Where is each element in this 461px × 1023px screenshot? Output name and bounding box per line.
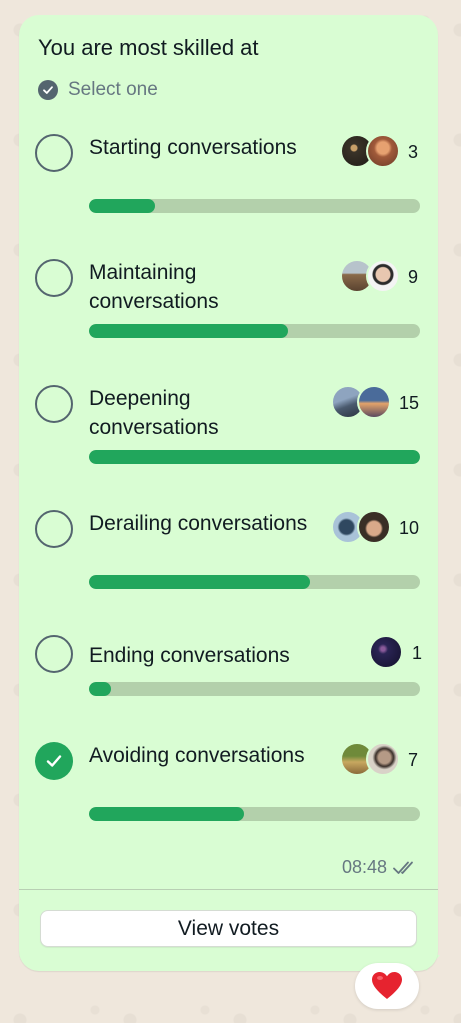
vote-count: 3 (408, 142, 419, 162)
vote-count: 7 (408, 750, 419, 770)
vote-progress-bar (89, 575, 420, 589)
vote-count: 9 (408, 267, 419, 287)
poll-option-ending[interactable]: Ending conversations 1 (19, 635, 438, 745)
radio-button[interactable] (35, 635, 73, 673)
vote-progress-fill (89, 575, 310, 589)
vote-progress-bar (89, 807, 420, 821)
avatar (366, 259, 400, 293)
option-label: Avoiding conversations (89, 744, 305, 767)
poll-option-starting[interactable]: Starting conversations 3 (19, 133, 438, 243)
checkmark-icon (46, 755, 62, 767)
select-hint-label: Select one (68, 79, 158, 100)
radio-button[interactable] (35, 385, 73, 423)
vote-progress-fill (89, 682, 112, 696)
vote-count: 10 (399, 518, 420, 538)
voter-avatars[interactable] (331, 385, 391, 419)
poll-message-bubble: You are most skilled at Select one Start… (19, 15, 438, 971)
poll-option-derailing[interactable]: Derailing conversations 10 (19, 509, 438, 619)
radio-button[interactable] (35, 259, 73, 297)
vote-progress-fill (89, 807, 244, 821)
voter-avatars[interactable] (340, 742, 400, 776)
voter-avatars[interactable] (340, 134, 400, 168)
voter-avatars[interactable] (331, 510, 391, 544)
avatar (369, 635, 403, 669)
vote-progress-fill (89, 450, 420, 464)
double-check-icon (393, 861, 413, 874)
vote-count: 15 (399, 393, 420, 413)
vote-progress-bar (89, 324, 420, 338)
view-votes-button[interactable]: View votes (40, 910, 417, 947)
poll-question: You are most skilled at (38, 35, 259, 60)
option-label: Starting conversations (89, 136, 297, 159)
option-label: Derailing conversations (89, 512, 308, 535)
avatar (366, 742, 400, 776)
voter-avatars[interactable] (369, 635, 403, 669)
vote-count: 1 (412, 643, 423, 663)
poll-option-avoiding[interactable]: Avoiding conversations 7 (19, 741, 438, 851)
poll-option-maintaining[interactable]: Maintaining conversations 9 (19, 258, 438, 368)
divider (19, 889, 438, 890)
radio-button[interactable] (35, 510, 73, 548)
message-meta: 08:48 (342, 857, 419, 878)
select-one-hint: Select one (38, 79, 158, 101)
vote-progress-fill (89, 324, 288, 338)
radio-button-selected[interactable] (35, 742, 73, 780)
vote-progress-fill (89, 199, 156, 213)
vote-progress-bar (89, 450, 420, 464)
option-label: Maintaining conversations (89, 261, 219, 313)
avatar (357, 385, 391, 419)
heart-icon (372, 972, 402, 999)
poll-option-deepening[interactable]: Deepening conversations 15 (19, 384, 438, 494)
message-time: 08:48 (341, 857, 387, 877)
reaction-badge[interactable] (355, 963, 419, 1009)
radio-button[interactable] (35, 134, 73, 172)
vote-progress-bar (89, 199, 420, 213)
option-label: Deepening conversations (89, 387, 219, 439)
avatar (366, 134, 400, 168)
option-label: Ending conversations (89, 644, 290, 667)
check-circle-icon (38, 80, 58, 100)
voter-avatars[interactable] (340, 259, 400, 293)
avatar (357, 510, 391, 544)
vote-progress-bar (89, 682, 420, 696)
